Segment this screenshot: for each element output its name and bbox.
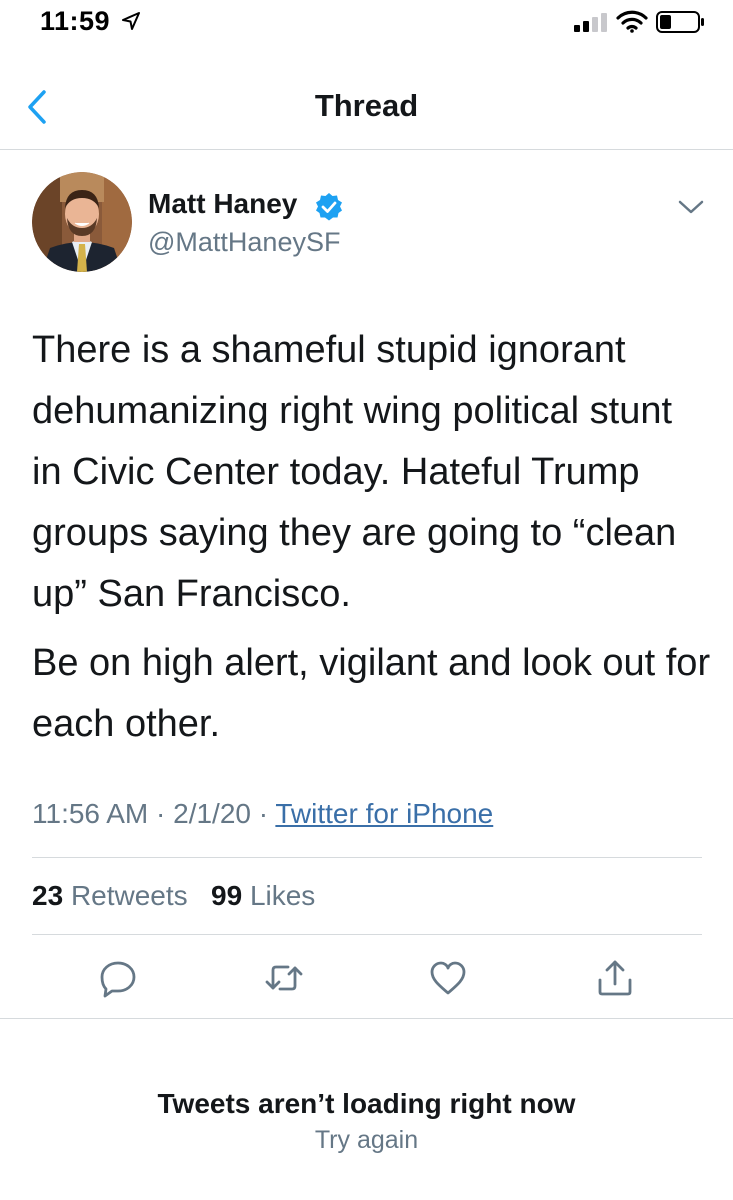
- wifi-icon: [616, 10, 648, 33]
- status-bar: 11:59: [0, 0, 733, 50]
- divider: [0, 1018, 733, 1019]
- divider: [32, 934, 702, 935]
- cellular-signal-icon: [574, 13, 607, 32]
- likes-label: Likes: [249, 880, 316, 911]
- nav-header: Thread: [0, 60, 733, 150]
- try-again-button[interactable]: Try again: [315, 1126, 418, 1155]
- location-arrow-icon: [122, 12, 140, 30]
- verified-badge-icon: [316, 193, 342, 221]
- chevron-down-icon[interactable]: [676, 196, 706, 218]
- tweet-stats: 23 Retweets 99 Likes: [32, 880, 315, 912]
- meta-separator: ·: [156, 798, 166, 829]
- tweet-source-link[interactable]: Twitter for iPhone: [275, 798, 493, 829]
- share-icon[interactable]: [595, 958, 635, 998]
- status-time: 11:59: [40, 6, 111, 36]
- like-icon[interactable]: [428, 958, 468, 998]
- avatar[interactable]: [32, 172, 132, 272]
- likes-count: 99: [211, 880, 243, 911]
- retweets-label: Retweets: [70, 880, 188, 911]
- tweet-time: 11:56 AM: [32, 798, 149, 829]
- meta-separator: ·: [258, 798, 269, 829]
- tweet-paragraph: Be on high alert, vigilant and look out …: [32, 642, 711, 745]
- tweet-paragraph: There is a shameful stupid ignorant dehu…: [32, 329, 677, 615]
- retweets-count: 23: [32, 880, 64, 911]
- likes-stat[interactable]: 99 Likes: [211, 880, 315, 911]
- reply-icon[interactable]: [98, 958, 138, 998]
- divider: [32, 857, 702, 858]
- tweet-date: 2/1/20: [173, 798, 251, 829]
- tweet-text: There is a shameful stupid ignorant dehu…: [32, 320, 712, 763]
- tweet-meta: 11:56 AM · 2/1/20 · Twitter for iPhone: [32, 798, 493, 830]
- tweets-error-state: Tweets aren’t loading right now Try agai…: [0, 1088, 733, 1155]
- retweets-stat[interactable]: 23 Retweets: [32, 880, 188, 911]
- author-name[interactable]: Matt Haney: [148, 188, 297, 220]
- battery-icon: [656, 11, 704, 33]
- error-message: Tweets aren’t loading right now: [157, 1088, 576, 1119]
- retweet-icon[interactable]: [264, 958, 304, 998]
- author-handle[interactable]: @MattHaneySF: [148, 227, 340, 258]
- page-title: Thread: [314, 88, 419, 123]
